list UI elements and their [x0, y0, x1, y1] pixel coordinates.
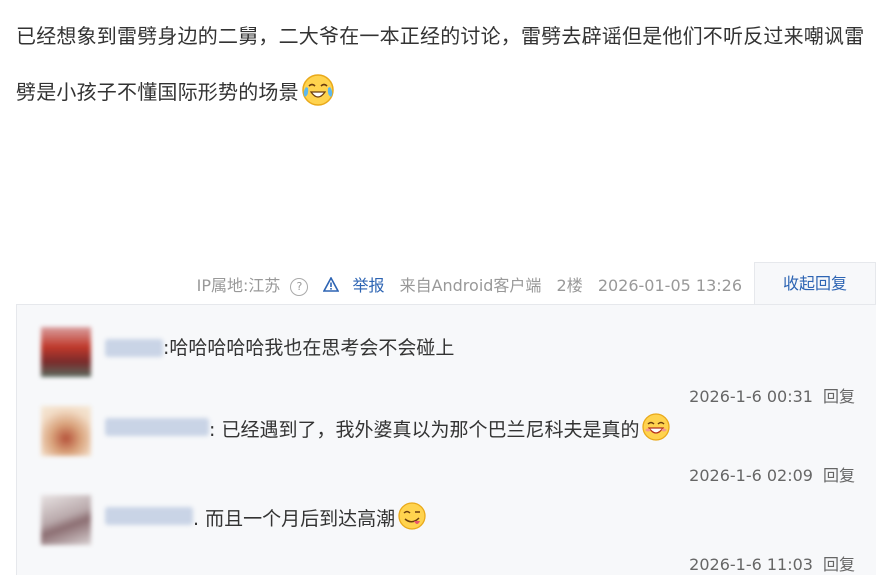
reply-time: 2026-1-6 11:03 [689, 555, 813, 574]
reply-text: . 而且一个月后到达高潮 [193, 501, 427, 531]
crying-laughing-emoji-icon [302, 74, 334, 106]
reply-time: 2026-1-6 00:31 [689, 387, 813, 406]
reply-item: :哈哈哈哈哈我也在思考会不会碰上 2026-1-6 00:31 回复 [17, 327, 876, 415]
reply-button[interactable]: 回复 [823, 466, 855, 485]
avatar[interactable] [41, 327, 91, 377]
post-meta-bar: IP属地:江苏? 举报 来自Android客户端 2楼 2026-01-05 1… [0, 262, 876, 304]
warning-icon [323, 276, 340, 292]
reply-list: :哈哈哈哈哈我也在思考会不会碰上 2026-1-6 00:31 回复 : 已经遇到… [16, 304, 876, 575]
reply-username[interactable] [105, 507, 193, 525]
floor-number: 2楼 [556, 276, 583, 295]
question-icon[interactable]: ? [290, 278, 309, 296]
reply-text-content: . 而且一个月后到达高潮 [193, 508, 396, 530]
yummy-emoji-icon [398, 502, 426, 530]
reply-button[interactable]: 回复 [823, 555, 855, 574]
reply-meta: 2026-1-6 02:09 回复 [689, 462, 855, 486]
grinning-emoji-icon [642, 413, 671, 441]
collapse-replies-button[interactable]: 收起回复 [754, 262, 876, 304]
ip-location: IP属地:江苏 [196, 276, 281, 295]
reply-meta: 2026-1-6 11:03 回复 [689, 551, 855, 575]
reply-meta: 2026-1-6 00:31 回复 [689, 383, 855, 407]
reply-item: . 而且一个月后到达高潮 2026-1-6 11:03 回复 [17, 495, 876, 583]
post-source: 来自Android客户端 [399, 276, 542, 295]
post-content: 已经想象到雷劈身边的二舅，二大爷在一本正经的讨论，雷劈去辟谣但是他们不听反过来嘲… [16, 8, 866, 120]
reply-button[interactable]: 回复 [823, 387, 855, 406]
reply-text-content: : 已经遇到了，我外婆真以为那个巴兰尼科夫是真的 [209, 419, 640, 441]
post-meta: IP属地:江苏? 举报 来自Android客户端 2楼 2026-01-05 1… [197, 272, 742, 296]
avatar[interactable] [41, 495, 91, 545]
reply-username[interactable] [105, 339, 163, 357]
post-text: 已经想象到雷劈身边的二舅，二大爷在一本正经的讨论，雷劈去辟谣但是他们不听反过来嘲… [16, 24, 865, 104]
avatar[interactable] [41, 406, 91, 456]
report-link[interactable]: 举报 [323, 276, 384, 295]
reply-item: : 已经遇到了，我外婆真以为那个巴兰尼科夫是真的 2026-1-6 02:09 回… [17, 406, 876, 494]
report-label: 举报 [352, 276, 385, 295]
reply-time: 2026-1-6 02:09 [689, 466, 813, 485]
reply-text: :哈哈哈哈哈我也在思考会不会碰上 [163, 337, 455, 359]
reply-username[interactable] [105, 418, 209, 436]
post-time: 2026-01-05 13:26 [597, 276, 742, 295]
reply-text: : 已经遇到了，我外婆真以为那个巴兰尼科夫是真的 [209, 412, 671, 442]
